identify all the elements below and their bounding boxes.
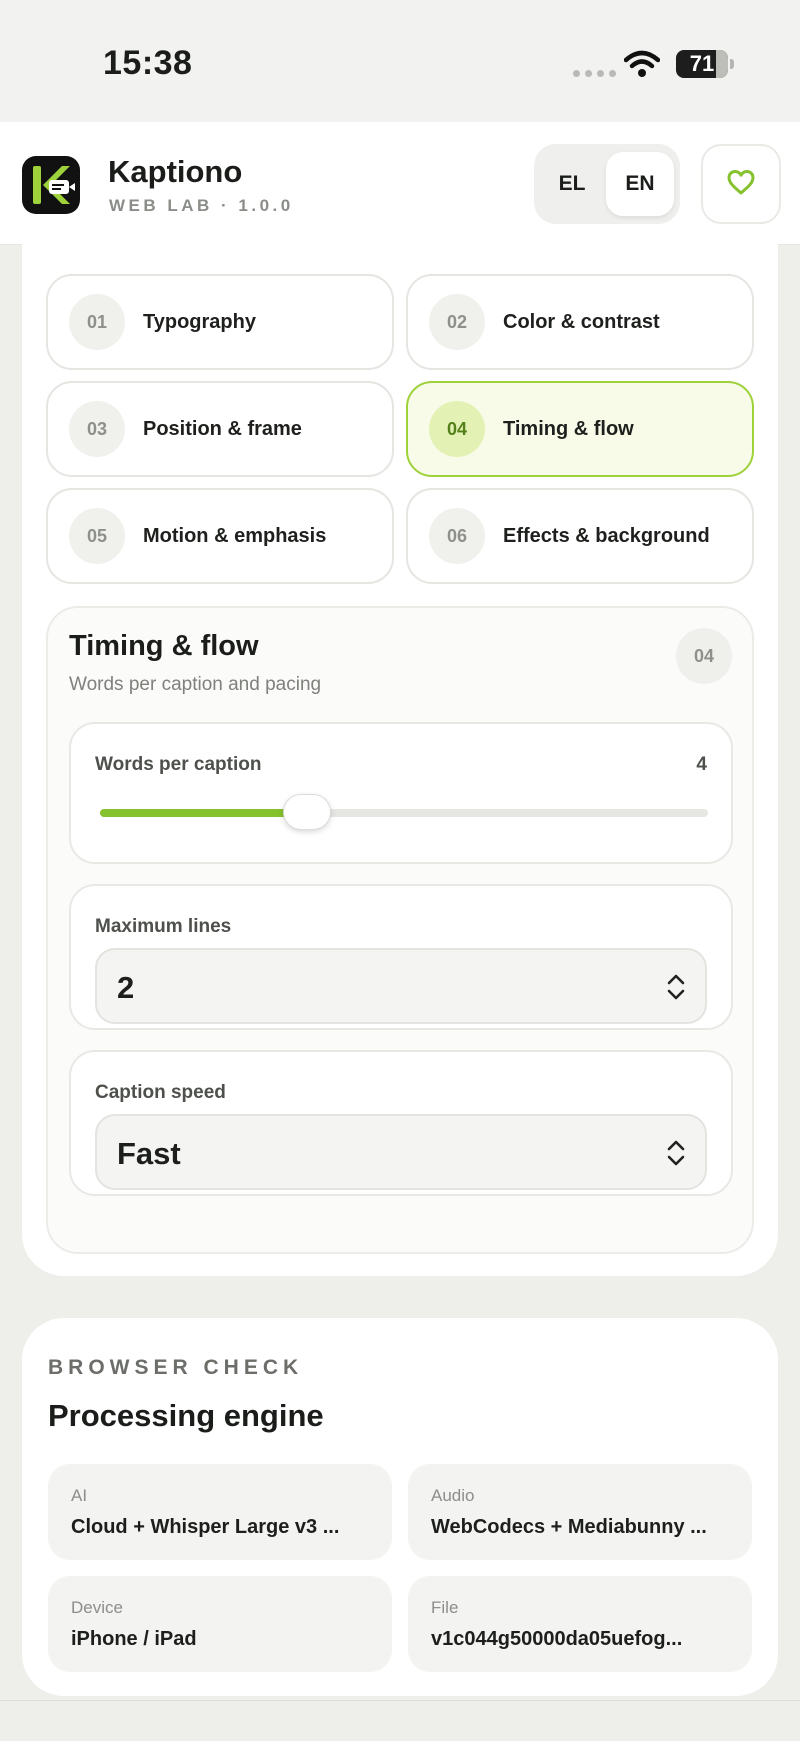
tab-number: 01 — [69, 294, 125, 350]
chevron-up-down-icon — [665, 1138, 687, 1173]
app-title: Kaptiono — [108, 154, 243, 189]
tab-label: Timing & flow — [503, 417, 634, 440]
info-tile-ai: AI Cloud + Whisper Large v3 ... — [48, 1464, 392, 1560]
browser-check-label: BROWSER CHECK — [48, 1356, 304, 1379]
words-per-caption-value: 4 — [696, 754, 707, 775]
tab-motion-emphasis[interactable]: 05 Motion & emphasis — [46, 488, 394, 584]
tab-position-frame[interactable]: 03 Position & frame — [46, 381, 394, 477]
words-per-caption-label: Words per caption — [95, 754, 262, 775]
status-time: 15:38 — [103, 44, 193, 82]
tab-label: Position & frame — [143, 417, 302, 440]
wifi-icon — [623, 50, 661, 83]
tab-number: 02 — [429, 294, 485, 350]
tab-color-contrast[interactable]: 02 Color & contrast — [406, 274, 754, 370]
info-value: v1c044g50000da05uefog... — [431, 1628, 683, 1650]
tab-number: 06 — [429, 508, 485, 564]
battery-icon: 71 — [676, 50, 734, 78]
language-en-button[interactable]: EN — [606, 152, 674, 216]
battery-level: 71 — [689, 51, 715, 76]
status-bar: 15:38 71 — [0, 0, 800, 122]
processing-engine-card: BROWSER CHECK Processing engine AI Cloud… — [22, 1318, 778, 1696]
info-tile-device: Device iPhone / iPad — [48, 1576, 392, 1672]
section-subtitle: Words per caption and pacing — [69, 674, 322, 695]
language-el-button[interactable]: EL — [542, 152, 602, 216]
app-logo-icon — [22, 156, 80, 214]
caption-speed-label: Caption speed — [95, 1082, 226, 1103]
info-key: File — [431, 1598, 459, 1617]
words-per-caption-slider[interactable] — [100, 794, 708, 830]
info-key: Device — [71, 1598, 123, 1617]
language-toggle: EL EN — [534, 144, 680, 224]
section-number-badge: 04 — [676, 628, 732, 684]
timing-flow-section: Timing & flow Words per caption and paci… — [46, 606, 754, 1254]
info-key: AI — [71, 1486, 88, 1505]
tab-number: 03 — [69, 401, 125, 457]
slider-fill — [100, 809, 307, 817]
info-tile-audio: Audio WebCodecs + Mediabunny ... — [408, 1464, 752, 1560]
heart-icon — [726, 168, 756, 201]
chevron-up-down-icon — [665, 972, 687, 1007]
tab-label: Typography — [143, 310, 256, 333]
tab-label: Motion & emphasis — [143, 524, 327, 547]
info-value: Cloud + Whisper Large v3 ... — [71, 1516, 340, 1538]
info-key: Audio — [431, 1486, 475, 1505]
tab-label: Color & contrast — [503, 310, 660, 333]
words-per-caption-field: Words per caption 4 — [69, 722, 733, 864]
section-title: Timing & flow — [69, 630, 259, 662]
divider — [0, 1700, 800, 1701]
tab-number: 04 — [429, 401, 485, 457]
settings-card: 01 Typography 02 Color & contrast 03 Pos… — [22, 230, 778, 1276]
caption-speed-select[interactable]: Fast — [95, 1114, 707, 1190]
info-tile-file: File v1c044g50000da05uefog... — [408, 1576, 752, 1672]
tab-effects-background[interactable]: 06 Effects & background — [406, 488, 754, 584]
maximum-lines-value: 2 — [117, 970, 135, 1005]
favorite-button[interactable] — [701, 144, 781, 224]
caption-speed-value: Fast — [117, 1136, 181, 1171]
processing-engine-title: Processing engine — [48, 1398, 324, 1433]
tab-label: Effects & background — [503, 524, 710, 547]
cellular-signal-icon — [573, 70, 616, 77]
maximum-lines-field: Maximum lines 2 — [69, 884, 733, 1030]
maximum-lines-select[interactable]: 2 — [95, 948, 707, 1024]
tab-timing-flow[interactable]: 04 Timing & flow — [406, 381, 754, 477]
app-header: Kaptiono WEB LAB · 1.0.0 EL EN — [0, 122, 800, 245]
info-value: WebCodecs + Mediabunny ... — [431, 1516, 707, 1538]
maximum-lines-label: Maximum lines — [95, 916, 232, 937]
tab-typography[interactable]: 01 Typography — [46, 274, 394, 370]
caption-speed-field: Caption speed Fast — [69, 1050, 733, 1196]
tab-number: 05 — [69, 508, 125, 564]
app-version: WEB LAB · 1.0.0 — [109, 196, 294, 215]
slider-thumb[interactable] — [283, 794, 331, 830]
info-value: iPhone / iPad — [71, 1628, 197, 1650]
